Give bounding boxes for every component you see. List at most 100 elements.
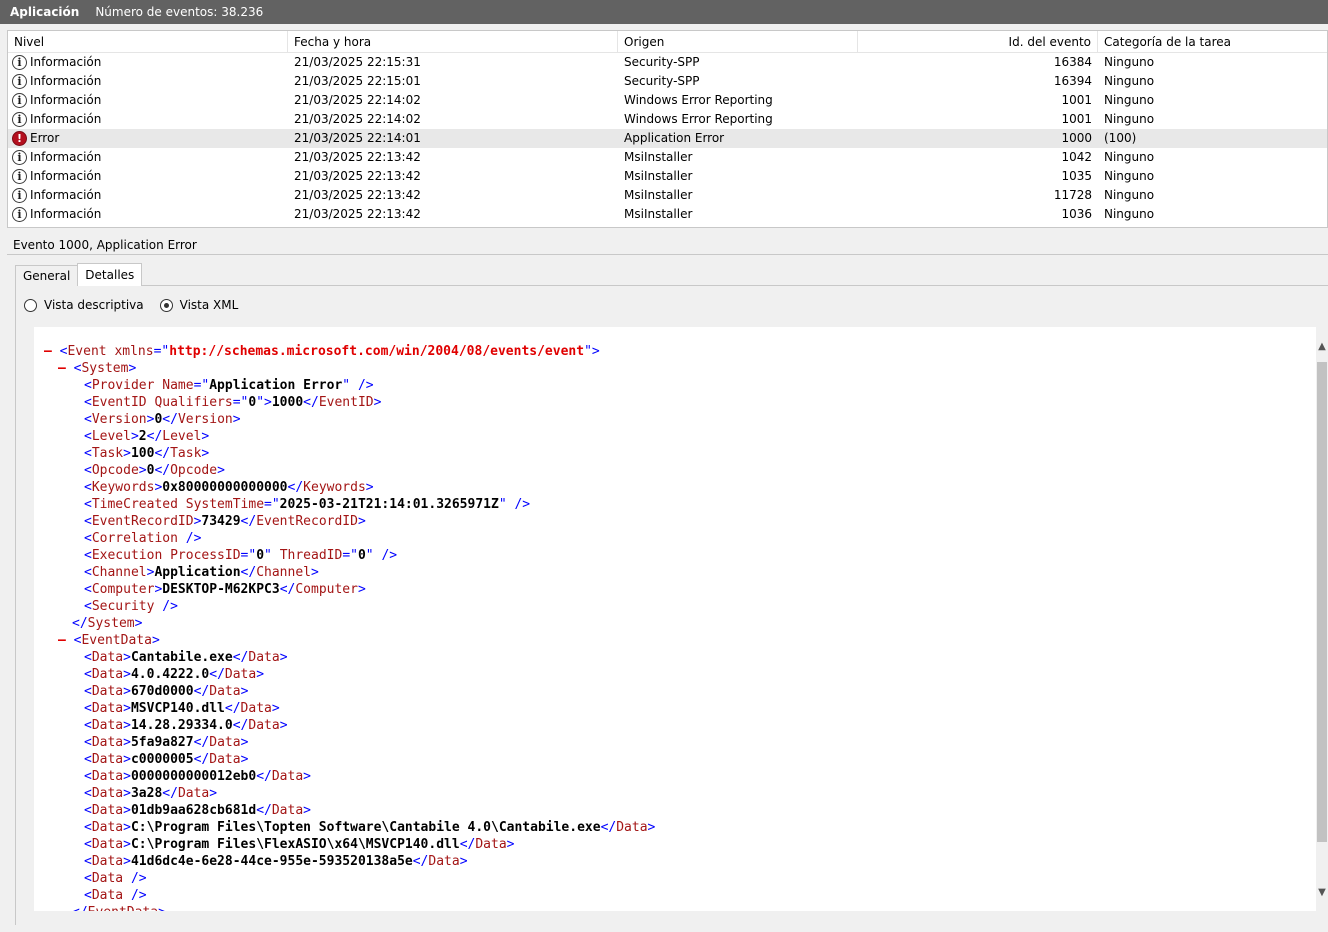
xml-eventid: <EventID Qualifiers="0">1000</EventID> [84,395,382,410]
column-header-date[interactable]: Fecha y hora [288,31,618,53]
xml-data-value: <Data>14.28.29334.0</Data> [84,718,288,733]
collapse-event-icon[interactable]: – [44,344,52,359]
column-header-event-id[interactable]: Id. del evento [858,31,1098,53]
xml-channel: <Channel>Application</Channel> [84,565,319,580]
event-level: i Información [12,53,282,72]
event-list[interactable]: Nivel Fecha y hora Origen Id. del evento… [7,30,1328,228]
event-category: Ninguno [1104,150,1155,164]
event-row[interactable]: i Información 21/03/2025 22:13:42 MsiInstal… [8,205,1327,224]
event-level: i Información [12,91,282,110]
event-date: 21/03/2025 22:14:02 [294,112,421,126]
info-icon: i [12,188,27,203]
event-row[interactable]: i Información 21/03/2025 22:14:02 Windows E… [8,91,1327,110]
xml-data-value: <Data>4.0.4222.0</Data> [84,667,265,682]
event-source: Application Error [624,131,725,145]
event-source: Windows Error Reporting [624,93,773,107]
xml-data-value: <Data>Cantabile.exe</Data> [84,650,288,665]
event-row[interactable]: i Información 21/03/2025 22:13:42 MsiInstal… [8,186,1327,205]
column-header-category[interactable]: Categoría de la tarea [1098,31,1327,53]
info-icon: i [12,93,27,108]
event-source: Security-SPP [624,55,700,69]
event-source: MsiInstaller [624,207,693,221]
xml-scrollbar[interactable]: ▲ ▼ [1316,340,1328,900]
event-row[interactable]: i Información 21/03/2025 22:14:02 Windows E… [8,110,1327,129]
scroll-up-icon[interactable]: ▲ [1316,340,1328,354]
event-source: Windows Error Reporting [624,112,773,126]
xml-keywords: <Keywords>0x80000000000000</Keywords> [84,480,374,495]
tab-details[interactable]: Detalles [77,263,143,286]
xml-timecreated: <TimeCreated SystemTime="2025-03-21T21:1… [84,497,531,512]
xml-eventdata-close: </EventData> [72,904,166,911]
xml-version: <Version>0</Version> [84,412,241,427]
event-detail-title: Evento 1000, Application Error [7,235,1328,255]
event-date: 21/03/2025 22:13:42 [294,169,421,183]
xml-opcode: <Opcode>0</Opcode> [84,463,225,478]
event-level-label: Información [30,207,102,221]
event-source: MsiInstaller [624,188,693,202]
log-title-bar: Aplicación Número de eventos: 38.236 [0,0,1328,24]
xml-execution: <Execution ProcessID="0" ThreadID="0" /> [84,548,398,563]
event-id: 1036 [1061,207,1092,221]
info-icon: i [12,55,27,70]
column-header-level[interactable]: Nivel [8,31,288,53]
xml-data-value: <Data>01db9aa628cb681d</Data> [84,803,311,818]
event-id: 1000 [1061,131,1092,145]
event-level: i Información [12,167,282,186]
radio-icon[interactable] [24,298,37,312]
event-category: Ninguno [1104,112,1155,126]
error-icon: ! [12,131,27,146]
event-level-label: Información [30,150,102,164]
radio-label: Vista XML [179,298,239,312]
xml-data-value: <Data>670d0000</Data> [84,684,249,699]
event-row[interactable]: i Información 21/03/2025 22:13:42 MsiInstal… [8,167,1327,186]
event-level-label: Información [30,169,102,183]
event-date: 21/03/2025 22:13:42 [294,150,421,164]
xml-computer: <Computer>DESKTOP-M62KPC3</Computer> [84,582,366,597]
xml-eventdata-open: – <EventData> [58,633,160,648]
event-row[interactable]: i Información 21/03/2025 22:15:31 Security-… [8,53,1327,72]
xml-data-empty: <Data /> [84,871,147,886]
collapse-system-icon[interactable]: – [58,361,66,376]
xml-data-value: <Data>5fa9a827</Data> [84,735,249,750]
event-date: 21/03/2025 22:15:01 [294,74,421,88]
tab-general[interactable]: General [15,265,79,286]
xml-provider: <Provider Name="Application Error" /> [84,378,374,393]
event-category: Ninguno [1104,93,1155,107]
radio-checked-icon[interactable] [159,298,173,312]
event-id: 16394 [1053,74,1092,88]
event-row[interactable]: i Información 21/03/2025 22:15:01 Security-… [8,72,1327,91]
xml-system-close: </System> [72,616,143,631]
info-icon: i [12,207,27,222]
xml-data-value: <Data>c0000005</Data> [84,752,249,767]
scroll-down-icon[interactable]: ▼ [1316,886,1328,900]
xml-event-open: – <Event xmlns="http://schemas.microsoft… [44,344,600,359]
event-id: 1042 [1061,150,1092,164]
event-count: Número de eventos: 38.236 [95,5,264,19]
event-date: 21/03/2025 22:14:02 [294,93,421,107]
xml-eventrecordid: <EventRecordID>73429</EventRecordID> [84,514,366,529]
xml-security: <Security /> [84,599,178,614]
xml-view[interactable]: – <Event xmlns="http://schemas.microsoft… [34,327,1316,911]
event-row[interactable]: ! Error 21/03/2025 22:14:01 Application Err… [8,129,1327,148]
event-category: Ninguno [1104,74,1155,88]
xml-data-value: <Data>3a28</Data> [84,786,218,801]
info-icon: i [12,112,27,127]
collapse-eventdata-icon[interactable]: – [58,633,66,648]
event-id: 1001 [1061,93,1092,107]
info-icon: i [12,74,27,89]
radio-descriptive-view[interactable]: Vista descriptiva [24,298,144,312]
list-header: Nivel Fecha y hora Origen Id. del evento… [8,31,1327,53]
xml-correlation: <Correlation /> [84,531,202,546]
event-date: 21/03/2025 22:15:31 [294,55,421,69]
event-date: 21/03/2025 22:14:01 [294,131,421,145]
event-category: Ninguno [1104,55,1155,69]
event-date: 21/03/2025 22:13:42 [294,188,421,202]
scroll-thumb[interactable] [1317,362,1327,842]
xml-data-value: <Data>C:\Program Files\Topten Software\C… [84,820,656,835]
event-level-label: Información [30,55,102,69]
radio-xml-view[interactable]: Vista XML [159,298,239,312]
event-level: i Información [12,72,282,91]
event-level-label: Información [30,93,102,107]
column-header-source[interactable]: Origen [618,31,858,53]
event-row[interactable]: i Información 21/03/2025 22:13:42 MsiInstal… [8,148,1327,167]
